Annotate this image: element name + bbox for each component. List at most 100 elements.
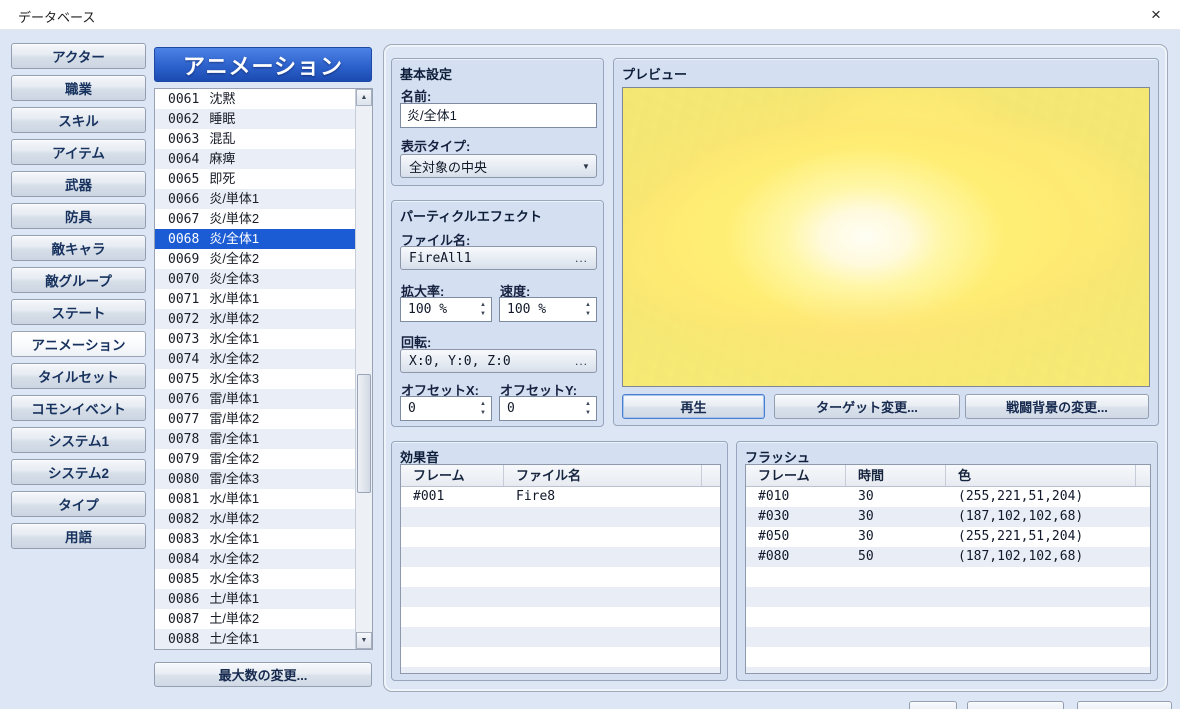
- table-row[interactable]: #001Fire8: [401, 487, 720, 507]
- sidebar-item[interactable]: アニメーション: [11, 331, 146, 357]
- table-empty-row: [746, 667, 1150, 674]
- spinner-down-icon[interactable]: ▼: [585, 410, 591, 416]
- animation-list-scrollbar[interactable]: ▲ ▼: [355, 89, 372, 649]
- table-row[interactable]: #08050(187,102,102,68): [746, 547, 1150, 567]
- animation-list-item[interactable]: 0070炎/全体3: [155, 269, 355, 289]
- animation-list-item[interactable]: 0076雷/単体1: [155, 389, 355, 409]
- scale-spinner[interactable]: 100 % ▲▼: [400, 297, 492, 322]
- animation-rows: 0061沈黙0062睡眠0063混乱0064麻痺0065即死0066炎/単体10…: [155, 89, 355, 649]
- display-type-select[interactable]: 全対象の中央 ▼: [400, 154, 597, 178]
- flash-group: フラッシュ フレーム時間色#01030(255,221,51,204)#0303…: [736, 441, 1158, 681]
- preview-group: プレビュー 再生 ターゲット変更... 戦闘背景の変更...: [613, 58, 1159, 426]
- animation-list-item[interactable]: 0088土/全体1: [155, 629, 355, 649]
- table-empty-row: [746, 627, 1150, 647]
- animation-id: 0085: [168, 572, 199, 587]
- close-icon[interactable]: ×: [1144, 3, 1168, 27]
- animation-list-item[interactable]: 0086土/単体1: [155, 589, 355, 609]
- table-empty-row: [401, 507, 720, 527]
- animation-id: 0084: [168, 552, 199, 567]
- sidebar-item[interactable]: タイプ: [11, 491, 146, 517]
- cutoff-button[interactable]: [909, 701, 957, 709]
- scroll-up-icon[interactable]: ▲: [356, 89, 372, 106]
- cutoff-button[interactable]: [967, 701, 1064, 709]
- animation-id: 0077: [168, 412, 199, 427]
- animation-list-item[interactable]: 0063混乱: [155, 129, 355, 149]
- spinner-up-icon[interactable]: ▲: [585, 401, 591, 407]
- animation-list-item[interactable]: 0062睡眠: [155, 109, 355, 129]
- animation-name: 水/全体2: [209, 551, 259, 566]
- animation-list-item[interactable]: 0061沈黙: [155, 89, 355, 109]
- change-battleback-button[interactable]: 戦闘背景の変更...: [965, 394, 1149, 419]
- group-title: 基本設定: [400, 64, 452, 83]
- table-row[interactable]: #01030(255,221,51,204): [746, 487, 1150, 507]
- spinner-down-icon[interactable]: ▼: [480, 410, 486, 416]
- spinner-up-icon[interactable]: ▲: [585, 302, 591, 308]
- settings-panel: 基本設定 名前: 炎/全体1 表示タイプ: 全対象の中央 ▼ パーティクルエフェ…: [383, 44, 1168, 692]
- sidebar-item[interactable]: アクター: [11, 43, 146, 69]
- animation-name: 混乱: [209, 131, 235, 146]
- animation-list-item[interactable]: 0067炎/単体2: [155, 209, 355, 229]
- animation-list-item[interactable]: 0080雷/全体3: [155, 469, 355, 489]
- animation-list: 0061沈黙0062睡眠0063混乱0064麻痺0065即死0066炎/単体10…: [154, 88, 373, 650]
- rotation-button[interactable]: X:0, Y:0, Z:0 ...: [400, 349, 597, 373]
- sidebar-item[interactable]: アイテム: [11, 139, 146, 165]
- sidebar-item[interactable]: 職業: [11, 75, 146, 101]
- animation-id: 0070: [168, 272, 199, 287]
- sidebar-item[interactable]: 用語: [11, 523, 146, 549]
- animation-list-item[interactable]: 0073氷/全体1: [155, 329, 355, 349]
- spinner-down-icon[interactable]: ▼: [480, 311, 486, 317]
- animation-list-item[interactable]: 0084 水/全体2: [155, 549, 355, 569]
- sidebar-item[interactable]: システム2: [11, 459, 146, 485]
- name-input[interactable]: 炎/全体1: [400, 103, 597, 128]
- play-button[interactable]: 再生: [622, 394, 765, 419]
- animation-list-item[interactable]: 0085水/全体3: [155, 569, 355, 589]
- particle-file-value: FireAll1: [409, 251, 472, 266]
- animation-list-item[interactable]: 0081水/単体1: [155, 489, 355, 509]
- animation-list-item[interactable]: 0074氷/全体2: [155, 349, 355, 369]
- spinner-up-icon[interactable]: ▲: [480, 401, 486, 407]
- animation-list-item[interactable]: 0064麻痺: [155, 149, 355, 169]
- animation-list-item[interactable]: 0069炎/全体2: [155, 249, 355, 269]
- group-title: プレビュー: [622, 64, 687, 83]
- table-empty-row: [746, 587, 1150, 607]
- spinner-up-icon[interactable]: ▲: [480, 302, 486, 308]
- cutoff-button[interactable]: [1077, 701, 1172, 709]
- animation-list-item[interactable]: 0071氷/単体1: [155, 289, 355, 309]
- offset-x-spinner[interactable]: 0 ▲▼: [400, 396, 492, 421]
- sidebar: アクター職業スキルアイテム武器防具敵キャラ敵グループステートアニメーションタイル…: [11, 43, 146, 555]
- animation-list-item[interactable]: 0068炎/全体1: [155, 229, 355, 249]
- change-maximum-button[interactable]: 最大数の変更...: [154, 662, 372, 687]
- animation-list-item[interactable]: 0065即死: [155, 169, 355, 189]
- scrollbar-thumb[interactable]: [357, 374, 371, 493]
- animation-list-item[interactable]: 0066炎/単体1: [155, 189, 355, 209]
- spinner-down-icon[interactable]: ▼: [585, 311, 591, 317]
- scroll-down-icon[interactable]: ▼: [356, 632, 372, 649]
- animation-list-item[interactable]: 0087土/単体2: [155, 609, 355, 629]
- table-row[interactable]: #03030(187,102,102,68): [746, 507, 1150, 527]
- sidebar-item[interactable]: 武器: [11, 171, 146, 197]
- particle-file-button[interactable]: FireAll1 ...: [400, 246, 597, 270]
- sidebar-item[interactable]: タイルセット: [11, 363, 146, 389]
- sidebar-item[interactable]: ステート: [11, 299, 146, 325]
- table-empty-row: [746, 567, 1150, 587]
- speed-spinner[interactable]: 100 % ▲▼: [499, 297, 597, 322]
- change-target-button[interactable]: ターゲット変更...: [774, 394, 960, 419]
- animation-list-item[interactable]: 0083水/全体1: [155, 529, 355, 549]
- sidebar-item[interactable]: 防具: [11, 203, 146, 229]
- animation-list-item[interactable]: 0079雷/全体2: [155, 449, 355, 469]
- sidebar-item[interactable]: コモンイベント: [11, 395, 146, 421]
- offset-y-spinner[interactable]: 0 ▲▼: [499, 396, 597, 421]
- animation-list-item[interactable]: 0077雷/単体2: [155, 409, 355, 429]
- animation-list-item[interactable]: 0082水/単体2: [155, 509, 355, 529]
- sidebar-item[interactable]: 敵グループ: [11, 267, 146, 293]
- sidebar-item[interactable]: スキル: [11, 107, 146, 133]
- basic-settings-group: 基本設定 名前: 炎/全体1 表示タイプ: 全対象の中央 ▼: [391, 58, 604, 186]
- animation-id: 0066: [168, 192, 199, 207]
- sidebar-item[interactable]: システム1: [11, 427, 146, 453]
- animation-id: 0071: [168, 292, 199, 307]
- animation-list-item[interactable]: 0078雷/全体1: [155, 429, 355, 449]
- animation-list-item[interactable]: 0072氷/単体2: [155, 309, 355, 329]
- animation-list-item[interactable]: 0075氷/全体3: [155, 369, 355, 389]
- sidebar-item[interactable]: 敵キャラ: [11, 235, 146, 261]
- table-row[interactable]: #05030(255,221,51,204): [746, 527, 1150, 547]
